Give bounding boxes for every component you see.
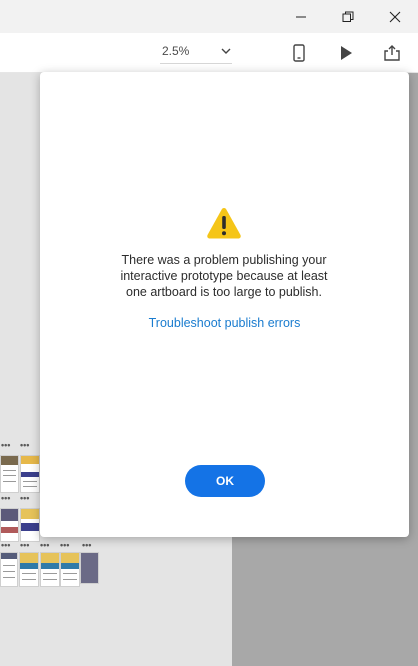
close-icon: [389, 11, 401, 22]
artboard-thumbnail[interactable]: [60, 552, 80, 587]
play-preview-button[interactable]: [334, 41, 358, 65]
artboard-thumbnail[interactable]: [20, 455, 40, 493]
artboard-menu-indicator[interactable]: •••: [1, 494, 10, 503]
toolbar: 2.5%: [0, 33, 418, 73]
artboard-thumbnail[interactable]: [0, 455, 19, 493]
artboard-menu-indicator[interactable]: •••: [1, 541, 10, 550]
play-icon: [341, 46, 352, 60]
artboard-thumbnail[interactable]: [0, 508, 19, 542]
artboard-menu-indicator[interactable]: •••: [60, 541, 69, 550]
artboard-menu-indicator[interactable]: •••: [20, 541, 29, 550]
artboard-thumbnail[interactable]: [0, 552, 18, 587]
artboard-menu-indicator[interactable]: •••: [40, 541, 49, 550]
warning-icon: [207, 208, 241, 239]
zoom-value: 2.5%: [162, 44, 190, 58]
artboard-thumbnail[interactable]: [80, 552, 99, 584]
ok-button[interactable]: OK: [185, 465, 265, 497]
artboard-thumbnail[interactable]: [20, 508, 40, 542]
artboard-thumbnail[interactable]: [19, 552, 39, 587]
zoom-dropdown[interactable]: 2.5%: [160, 41, 232, 64]
troubleshoot-link[interactable]: Troubleshoot publish errors: [40, 316, 409, 330]
artboard-thumbnail[interactable]: [40, 552, 60, 587]
artboard-menu-indicator[interactable]: •••: [20, 494, 29, 503]
minimize-icon: [296, 16, 306, 17]
close-window-button[interactable]: [372, 0, 418, 33]
artboard-menu-indicator[interactable]: •••: [82, 541, 91, 550]
restore-button[interactable]: [325, 0, 371, 33]
share-icon: [384, 45, 400, 61]
share-button[interactable]: [380, 41, 404, 65]
artboard-menu-indicator[interactable]: •••: [20, 441, 29, 450]
chevron-down-icon: [221, 48, 231, 54]
device-preview-button[interactable]: [287, 41, 311, 65]
minimize-button[interactable]: [278, 0, 324, 33]
mobile-device-icon: [293, 44, 305, 62]
title-bar: [0, 0, 418, 33]
restore-icon: [342, 11, 354, 22]
publish-error-dialog: There was a problem publishing your inte…: [40, 72, 409, 537]
artboard-menu-indicator[interactable]: •••: [1, 441, 10, 450]
error-message: There was a problem publishing your inte…: [120, 253, 328, 299]
